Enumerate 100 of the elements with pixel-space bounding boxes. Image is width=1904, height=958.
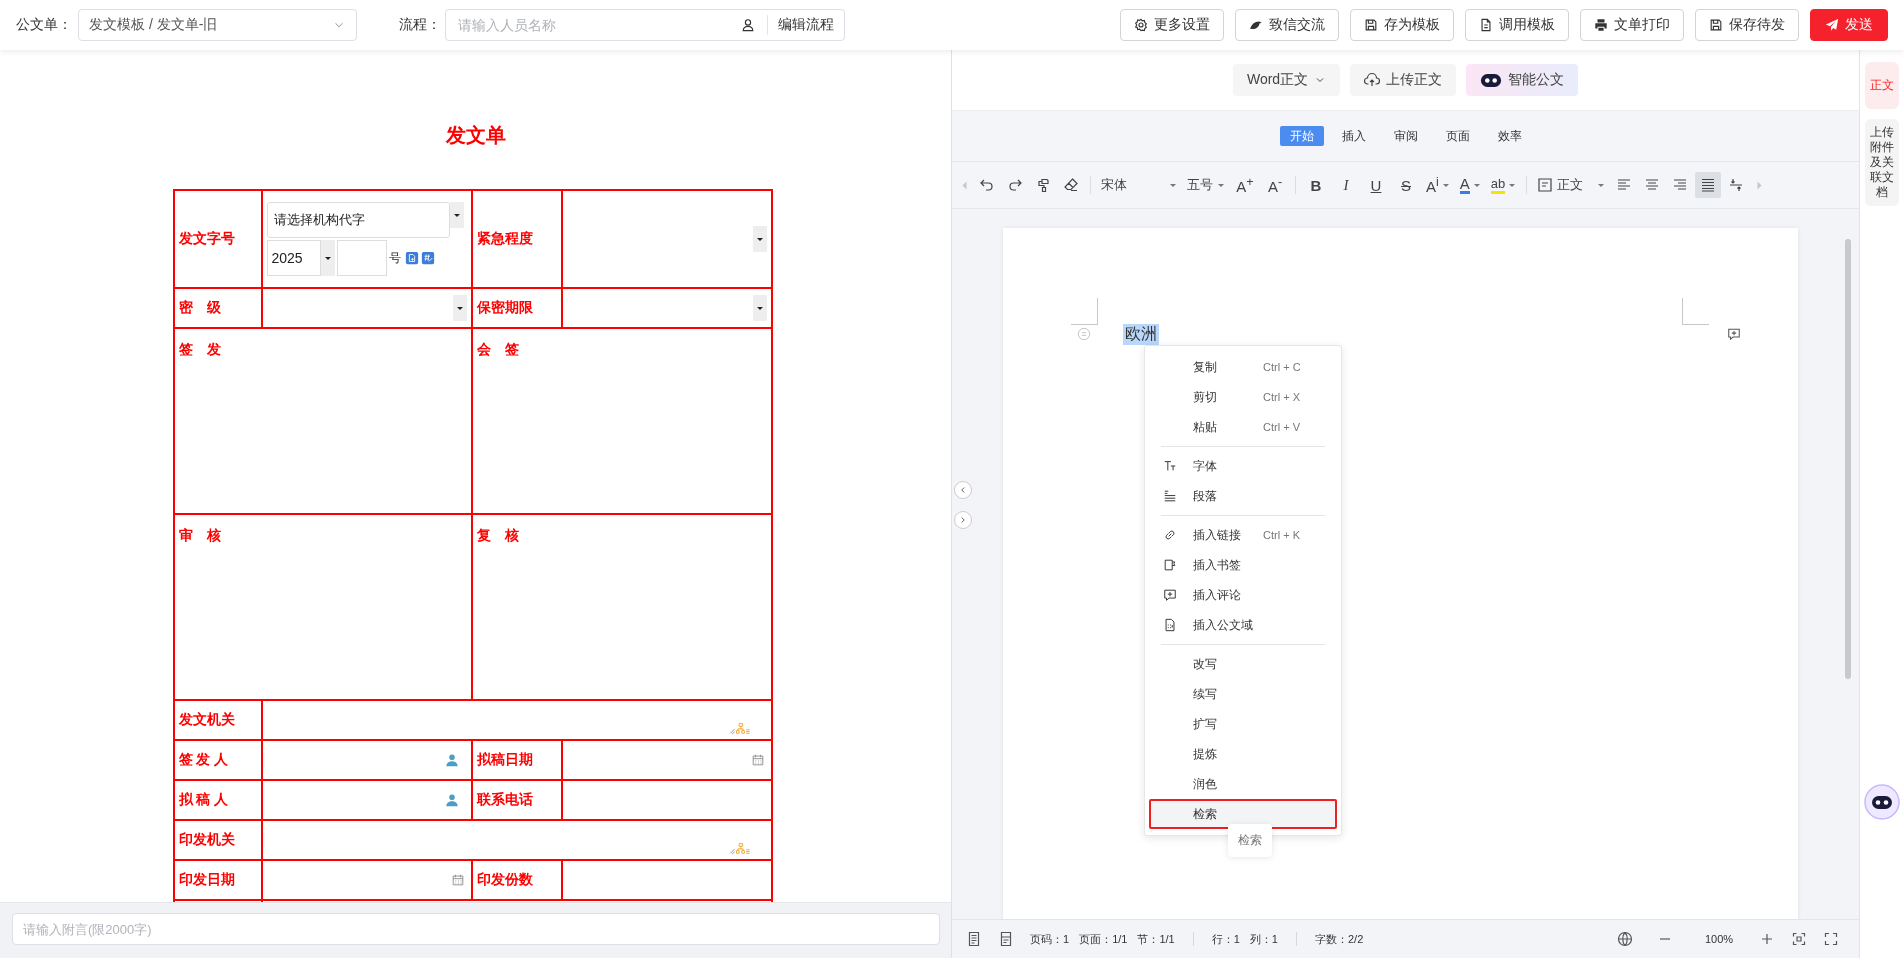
page-view-icon[interactable] [998, 931, 1014, 947]
ribbon-tab[interactable]: 页面 [1435, 126, 1480, 146]
form-cell[interactable] [261, 780, 472, 820]
toolbar-button[interactable]: 保存待发 [1695, 9, 1799, 41]
toolbar-button[interactable]: 调用模板 [1465, 9, 1569, 41]
toolbar-button[interactable]: 文单打印 [1580, 9, 1684, 41]
crop-mark [1071, 298, 1098, 325]
form-cell[interactable] [261, 820, 772, 860]
caret-icon [1472, 181, 1481, 189]
signature-area[interactable]: 审 核 [173, 514, 472, 700]
menu-item[interactable]: 插入公文域 [1149, 610, 1337, 640]
number-field[interactable] [336, 240, 387, 276]
scrollbar[interactable] [1845, 239, 1852, 679]
format-button[interactable]: ab [1486, 172, 1521, 198]
edit-number-icon[interactable] [420, 251, 435, 265]
document-tab[interactable]: Word正文 [1232, 64, 1341, 96]
format-button[interactable]: I [1332, 172, 1360, 198]
selected-text: 欧洲 [1123, 324, 1159, 345]
fullscreen-icon[interactable] [1823, 931, 1840, 947]
menu-item[interactable]: 插入书签 [1149, 550, 1337, 580]
form-cell[interactable] [261, 860, 472, 900]
menu-item[interactable]: 改写 [1149, 649, 1337, 679]
menu-item[interactable]: 字体 [1149, 451, 1337, 481]
form-cell[interactable] [261, 740, 472, 780]
dropdown-button[interactable] [452, 295, 467, 321]
form-cell[interactable] [561, 740, 772, 780]
paragraph-icon [1163, 489, 1177, 503]
form-cell[interactable] [261, 288, 472, 328]
menu-item[interactable]: 提炼 [1149, 739, 1337, 769]
form-cell[interactable] [261, 700, 772, 740]
form-title: 发文单 [445, 123, 506, 148]
menu-item[interactable]: 段落 [1149, 481, 1337, 511]
status-text: 页面：1/1 [1079, 931, 1128, 947]
flow-field[interactable]: 请输入人员名称 编辑流程 [445, 9, 845, 41]
toolbar-button[interactable]: 更多设置 [1120, 9, 1224, 41]
paragraph-style-select[interactable]: 正文 [1533, 172, 1610, 198]
sidebar-tab[interactable]: 上传附件及关联文档 [1865, 119, 1899, 206]
menu-item[interactable]: 复制 Ctrl + C [1149, 352, 1337, 382]
text-style-icon [1537, 177, 1554, 193]
menu-item[interactable]: 粘贴 Ctrl + V [1149, 412, 1337, 442]
signature-area[interactable]: 会 签 [471, 328, 772, 514]
agency-code-select[interactable]: 请选择机构代字 [266, 202, 450, 238]
scroll-left-icon [961, 180, 967, 190]
calendar-icon[interactable] [450, 873, 465, 887]
format-button[interactable]: A [1455, 172, 1485, 198]
add-document-icon[interactable] [404, 251, 419, 265]
signature-area[interactable]: 签 发 [173, 328, 472, 514]
globe-icon[interactable] [1616, 931, 1633, 947]
format-button[interactable]: B [1302, 172, 1330, 198]
font-select[interactable]: 宋体 [1097, 172, 1181, 198]
document-tab[interactable]: 上传正文 [1350, 64, 1457, 96]
align-justify-button[interactable] [1695, 172, 1722, 198]
form-cell[interactable] [561, 780, 772, 820]
edit-flow-button[interactable]: 编辑流程 [767, 15, 844, 35]
menu-item[interactable]: 插入链接 Ctrl + K [1149, 520, 1337, 550]
form-cell[interactable]: 请选择机构代字 2025 号 [261, 190, 472, 288]
menu-item[interactable]: 剪切 Ctrl + X [1149, 382, 1337, 412]
robot-icon[interactable] [1864, 784, 1900, 820]
field-label: 拟稿日期 [471, 740, 562, 780]
document-outline-icon[interactable] [966, 931, 982, 947]
ribbon-tab[interactable]: 插入 [1331, 126, 1376, 146]
form-cell[interactable] [561, 288, 772, 328]
ribbon-tab[interactable]: 审阅 [1383, 126, 1428, 146]
ribbon-tab[interactable]: 效率 [1487, 126, 1532, 146]
format-button[interactable]: U [1362, 172, 1390, 198]
robot-icon [1480, 72, 1503, 88]
calendar-icon[interactable] [750, 753, 765, 767]
align-justify-icon [1700, 177, 1717, 193]
form-cell[interactable] [561, 190, 772, 288]
format-button[interactable]: A$^{i}$ [1422, 172, 1454, 198]
form-cell[interactable] [561, 860, 772, 900]
redo-icon [1007, 177, 1023, 193]
menu-item[interactable]: 检索 [1149, 799, 1337, 829]
signature-area[interactable]: 复 核 [471, 514, 772, 700]
field-label: 保密期限 [471, 288, 562, 328]
menu-item[interactable]: 润色 [1149, 769, 1337, 799]
person-icon[interactable] [444, 753, 459, 767]
font-size-select[interactable]: 五号 [1183, 172, 1229, 198]
caret-icon [1217, 181, 1225, 189]
dropdown-button[interactable] [752, 295, 767, 321]
toolbar-button[interactable]: 存为模板 [1350, 9, 1454, 41]
menu-item[interactable]: 扩写 [1149, 709, 1337, 739]
remark-field[interactable]: 请输入附言(限2000字) [12, 913, 940, 945]
person-icon[interactable] [444, 793, 459, 807]
format-button[interactable]: A$^{-}$ [1261, 172, 1289, 198]
toolbar-button[interactable]: 致信交流 [1235, 9, 1339, 41]
dropdown-button[interactable] [752, 226, 767, 252]
field-label: 发文机关 [173, 700, 262, 740]
year-select[interactable]: 2025 [266, 240, 321, 276]
send-button[interactable]: 发送 [1810, 9, 1888, 41]
comment-icon[interactable] [1727, 327, 1741, 341]
format-button[interactable]: S [1392, 172, 1420, 198]
menu-item[interactable]: 插入评论 [1149, 580, 1337, 610]
menu-item[interactable]: 续写 [1149, 679, 1337, 709]
document-icon [1479, 18, 1493, 32]
format-button[interactable]: A$^{+}$ [1231, 172, 1259, 198]
field-label: 发文字号 [173, 190, 262, 288]
fit-page-icon[interactable] [1791, 931, 1808, 947]
paper-plane-icon [1825, 18, 1839, 32]
template-select[interactable]: 发文模板 / 发文单-旧 [78, 9, 357, 41]
